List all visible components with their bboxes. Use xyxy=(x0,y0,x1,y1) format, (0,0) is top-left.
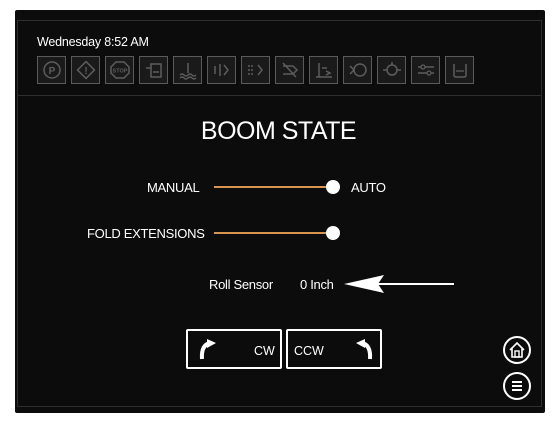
roll-sensor-value: 0 Inch xyxy=(300,277,334,292)
water-temp-icon[interactable] xyxy=(173,56,202,84)
home-icon xyxy=(509,341,525,358)
rotate-ccw-button[interactable]: CCW xyxy=(286,329,382,369)
mode-slider-knob[interactable] xyxy=(326,180,340,194)
boom-fold-icon[interactable] xyxy=(411,56,440,84)
manual-label: MANUAL xyxy=(147,180,200,195)
fold-extensions-label: FOLD EXTENSIONS xyxy=(87,226,205,241)
parking-brake-icon[interactable]: P xyxy=(37,56,66,84)
menu-icon xyxy=(512,381,522,391)
status-icon-bar: P ! STOP xyxy=(37,56,474,84)
svg-text:P: P xyxy=(48,66,55,77)
rotate-ccw-label: CCW xyxy=(294,344,324,358)
pointer-arrow-icon xyxy=(344,275,454,293)
rotate-cw-label: CW xyxy=(254,344,275,358)
home-button[interactable] xyxy=(503,336,531,364)
pump-icon[interactable] xyxy=(343,56,372,84)
spray-nozzle-icon[interactable] xyxy=(241,56,270,84)
flow-meter-icon[interactable] xyxy=(377,56,406,84)
svg-text:STOP: STOP xyxy=(112,69,127,75)
mode-slider-track[interactable] xyxy=(214,186,334,188)
rotate-cw-icon xyxy=(199,339,216,360)
date-time: Wednesday 8:52 AM xyxy=(37,35,149,49)
page-title: BOOM STATE xyxy=(200,117,357,145)
stop-icon[interactable]: STOP xyxy=(105,56,134,84)
auto-label: AUTO xyxy=(351,180,386,195)
rotate-cw-button[interactable]: CW xyxy=(186,329,282,369)
roll-sensor-label: Roll Sensor xyxy=(209,277,273,292)
rotate-ccw-icon xyxy=(356,339,373,360)
nozzle-off-icon[interactable] xyxy=(275,56,304,84)
svg-text:!: ! xyxy=(84,66,87,77)
warning-icon[interactable]: ! xyxy=(71,56,100,84)
boom-section-icon[interactable] xyxy=(207,56,236,84)
fold-slider-knob[interactable] xyxy=(326,226,340,240)
menu-button[interactable] xyxy=(503,372,531,400)
boom-height-icon[interactable] xyxy=(309,56,338,84)
tank-level-icon[interactable] xyxy=(139,56,168,84)
rinse-tank-icon[interactable] xyxy=(445,56,474,84)
fold-slider-track[interactable] xyxy=(214,232,334,234)
